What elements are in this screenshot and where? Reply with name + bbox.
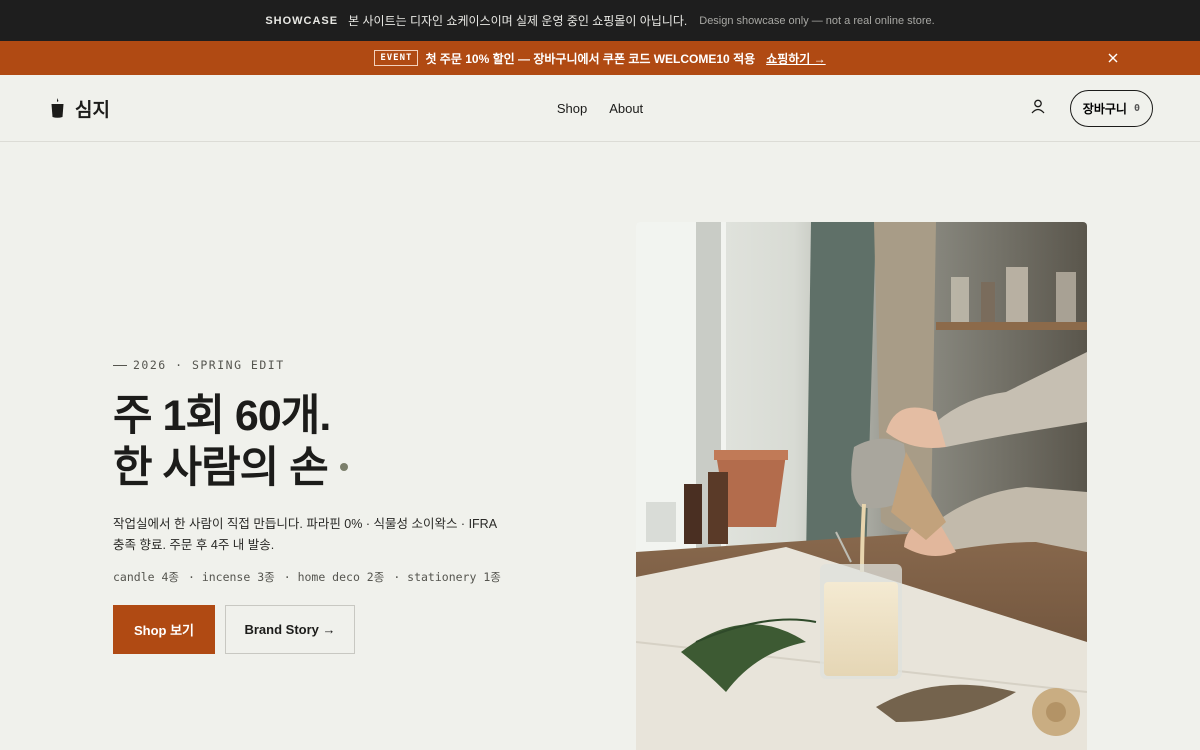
hero-content: 2026 · SPRING EDIT 주 1회 60개. 한 사람의 손 작업실… — [113, 358, 573, 654]
headline-line-1: 주 1회 60개. — [113, 392, 331, 440]
tag-stationery: · stationery 1종 — [393, 570, 501, 584]
nav-about[interactable]: About — [609, 101, 643, 116]
event-badge: EVENT — [374, 50, 419, 66]
logo-text: 심지 — [75, 99, 110, 121]
site-header: 심지 Shop About 장바구니 0 — [0, 75, 1200, 142]
nav-shop[interactable]: Shop — [557, 101, 587, 116]
eyebrow-dash — [113, 364, 127, 366]
event-banner: EVENT 첫 주문 10% 할인 — 장바구니에서 쿠폰 코드 WELCOME… — [0, 41, 1200, 75]
logo[interactable]: 심지 — [50, 95, 110, 122]
showcase-text-ko: 본 사이트는 디자인 쇼케이스이며 실제 운영 중인 쇼핑몰이 아닙니다. — [348, 14, 688, 28]
header-actions: 장바구니 0 — [1030, 89, 1153, 127]
headline-dot — [339, 462, 348, 471]
cart-count: 0 — [1133, 102, 1140, 114]
user-icon[interactable] — [1030, 98, 1046, 119]
shop-button[interactable]: Shop 보기 — [113, 605, 215, 654]
main-nav: Shop About — [557, 101, 643, 116]
brand-story-button[interactable]: Brand Story → — [225, 605, 355, 654]
cart-button[interactable]: 장바구니 0 — [1069, 89, 1153, 127]
hero-headline: 주 1회 60개. 한 사람의 손 — [113, 390, 573, 494]
close-icon[interactable] — [1106, 51, 1120, 65]
event-text: 첫 주문 10% 할인 — 장바구니에서 쿠폰 코드 WELCOME10 적용 — [425, 51, 756, 66]
hero-image — [636, 222, 1087, 750]
showcase-text-en: Design showcase only — not a real online… — [699, 14, 935, 27]
eyebrow-text: 2026 · SPRING EDIT — [133, 358, 285, 372]
candle-logo-icon — [51, 98, 64, 118]
tag-candle: candle 4종 — [113, 570, 179, 584]
event-shop-link[interactable]: 쇼핑하기 → — [766, 50, 826, 67]
hero-description: 작업실에서 한 사람이 직접 만듭니다. 파라핀 0% · 식물성 소이왁스 ·… — [113, 517, 497, 552]
hero-eyebrow: 2026 · SPRING EDIT — [113, 358, 573, 372]
cart-label: 장바구니 — [1082, 101, 1127, 116]
category-tags: candle 4종 · incense 3종 · home deco 2종 · … — [113, 569, 573, 585]
tag-home-deco: · home deco 2종 — [283, 570, 385, 584]
showcase-banner: SHOWCASE 본 사이트는 디자인 쇼케이스이며 실제 운영 중인 쇼핑몰이… — [0, 0, 1200, 41]
tag-incense: · incense 3종 — [187, 570, 275, 584]
hero-buttons: Shop 보기 Brand Story → — [113, 605, 573, 654]
headline-line-2: 한 사람의 손 — [113, 444, 329, 492]
showcase-tag: SHOWCASE — [265, 14, 339, 27]
